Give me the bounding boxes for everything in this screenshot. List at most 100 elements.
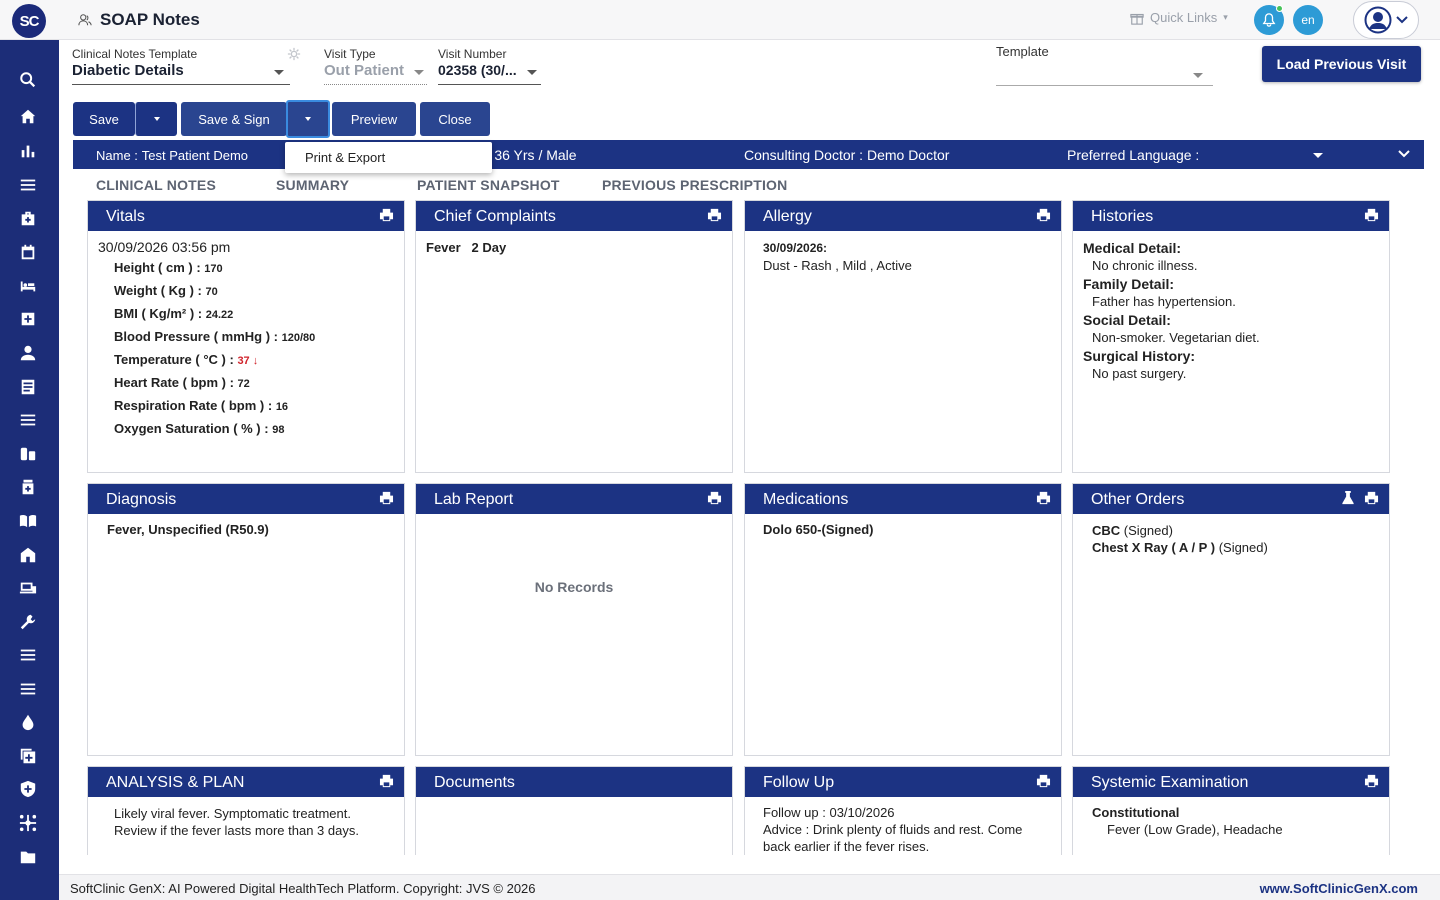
- wrench-icon[interactable]: [17, 611, 39, 633]
- diagnosis-value: Fever, Unspecified (R50.9): [107, 522, 269, 537]
- print-icon[interactable]: [1036, 774, 1051, 788]
- card-title: Medications: [763, 491, 849, 508]
- medical-bag-icon[interactable]: [17, 207, 39, 229]
- search-icon[interactable]: [17, 69, 39, 91]
- visit-type-select[interactable]: Visit Type Out Patient: [324, 47, 427, 85]
- print-icon[interactable]: [379, 491, 394, 505]
- print-icon[interactable]: [1036, 208, 1051, 222]
- history-label: Medical Detail:: [1083, 240, 1182, 256]
- add-box-icon[interactable]: [17, 745, 39, 767]
- footer: SoftClinic GenX: AI Powered Digital Heal…: [59, 874, 1440, 900]
- gift-icon: [1130, 13, 1144, 25]
- print-icon[interactable]: [1364, 208, 1379, 222]
- consulting-doctor-label: Consulting Doctor :: [744, 147, 864, 163]
- book-icon[interactable]: [17, 510, 39, 532]
- medicine-bottle-icon[interactable]: [17, 476, 39, 498]
- history-value: No past surgery.: [1092, 366, 1187, 381]
- bed-icon[interactable]: [17, 275, 39, 297]
- vitals-datetime: 30/09/2026 03:56 pm: [98, 239, 231, 255]
- menu-icon[interactable]: [17, 644, 39, 666]
- chevron-down-icon: [274, 70, 284, 75]
- expand-chevron-icon[interactable]: [1398, 150, 1410, 158]
- print-icon[interactable]: [379, 208, 394, 222]
- clinical-notes-template-select[interactable]: Clinical Notes Template Diabetic Details: [72, 47, 290, 85]
- tab-previous-prescription[interactable]: PREVIOUS PRESCRIPTION: [602, 177, 787, 193]
- blood-drop-icon[interactable]: [17, 711, 39, 733]
- document-icon[interactable]: [17, 376, 39, 398]
- template-select[interactable]: Template: [996, 44, 1213, 86]
- print-icon[interactable]: [1036, 491, 1051, 505]
- vital-row: Weight ( Kg ) : 70: [114, 283, 218, 298]
- print-icon[interactable]: [379, 774, 394, 788]
- pharmacy-icon[interactable]: [17, 443, 39, 465]
- save-dropdown-button[interactable]: [135, 102, 177, 136]
- app-logo[interactable]: SC: [12, 4, 46, 38]
- tab-patient-snapshot[interactable]: PATIENT SNAPSHOT: [417, 177, 560, 193]
- patient-age-gender: 36 Yrs / Male: [494, 147, 577, 163]
- follow-up-date: Follow up : 03/10/2026: [763, 805, 895, 820]
- exam-finding: Fever (Low Grade), Headache: [1107, 822, 1283, 837]
- user-menu[interactable]: [1353, 1, 1419, 39]
- vital-row: Heart Rate ( bpm ) : 72: [114, 375, 250, 390]
- field-label: Visit Number: [438, 47, 507, 61]
- chevron-down-icon: [1193, 73, 1203, 78]
- vital-row: Oxygen Saturation ( % ) : 98: [114, 421, 285, 436]
- store-icon[interactable]: [17, 544, 39, 566]
- person-icon[interactable]: [17, 342, 39, 364]
- menu-icon[interactable]: [17, 678, 39, 700]
- analysis-plan-card: ANALYSIS & PLAN Likely viral fever. Symp…: [87, 766, 405, 855]
- tab-clinical-notes[interactable]: CLINICAL NOTES: [96, 177, 216, 193]
- save-sign-dropdown-button[interactable]: [286, 100, 330, 138]
- tab-summary[interactable]: SUMMARY: [276, 177, 349, 193]
- card-title: Documents: [434, 774, 515, 791]
- save-button[interactable]: Save: [73, 102, 135, 136]
- print-icon[interactable]: [1364, 774, 1379, 788]
- follow-up-advice: back earlier if the fever rises.: [763, 839, 930, 854]
- history-label: Social Detail:: [1083, 312, 1171, 328]
- language-dropdown-caret-icon[interactable]: [1313, 153, 1323, 158]
- card-title: Vitals: [106, 208, 145, 225]
- order-item: CBC (Signed): [1092, 523, 1173, 538]
- vitals-card: Vitals 30/09/2026 03:56 pm Height ( cm )…: [87, 200, 405, 473]
- flask-icon[interactable]: [1341, 490, 1355, 505]
- notification-dot: [1276, 5, 1283, 12]
- settings-icon[interactable]: [287, 47, 301, 61]
- allergy-card: Allergy 30/09/2026: Dust - Rash , Mild ,…: [744, 200, 1062, 473]
- list-icon[interactable]: [17, 409, 39, 431]
- plus-box-icon[interactable]: [17, 308, 39, 330]
- calendar-icon[interactable]: [17, 241, 39, 263]
- preview-button[interactable]: Preview: [332, 102, 416, 136]
- vital-row: Temperature ( °C ) : 37 ↓: [114, 352, 259, 367]
- close-button[interactable]: Close: [420, 102, 490, 136]
- print-export-menu-item[interactable]: Print & Export: [285, 142, 492, 173]
- print-icon[interactable]: [1364, 491, 1379, 505]
- visit-number-select[interactable]: Visit Number 02358 (30/...: [438, 47, 541, 85]
- card-title: ANALYSIS & PLAN: [106, 774, 245, 791]
- quick-links-menu[interactable]: Quick Links ▾: [1130, 10, 1228, 25]
- folder-icon[interactable]: [17, 846, 39, 868]
- load-previous-visit-button[interactable]: Load Previous Visit: [1262, 46, 1421, 82]
- people-icon: [78, 14, 92, 26]
- devices-icon[interactable]: [17, 577, 39, 599]
- sidebar: [0, 40, 59, 900]
- patient-banner: Name : Test Patient Demo r : 36 Yrs / Ma…: [73, 140, 1424, 169]
- print-icon[interactable]: [707, 491, 722, 505]
- menu-icon[interactable]: [17, 174, 39, 196]
- print-icon[interactable]: [707, 208, 722, 222]
- home-icon[interactable]: [17, 106, 39, 128]
- medications-card: Medications Dolo 650-(Signed): [744, 483, 1062, 756]
- patient-name-label: Name :: [96, 148, 138, 163]
- save-sign-button[interactable]: Save & Sign: [181, 102, 287, 136]
- chevron-down-icon: [305, 117, 311, 121]
- shield-icon[interactable]: [17, 778, 39, 800]
- language-button[interactable]: en: [1293, 5, 1323, 35]
- allergy-detail: Dust - Rash , Mild , Active: [763, 258, 912, 273]
- no-records-text: No Records: [534, 579, 614, 595]
- chart-icon[interactable]: [17, 140, 39, 162]
- systemic-examination-card: Systemic Examination Constitutional Feve…: [1072, 766, 1390, 855]
- website-link[interactable]: www.SoftClinicGenX.com: [1260, 881, 1418, 896]
- bell-icon: [1262, 13, 1276, 27]
- network-icon[interactable]: [17, 812, 39, 834]
- card-title: Follow Up: [763, 774, 835, 791]
- chevron-down-icon: [414, 70, 424, 75]
